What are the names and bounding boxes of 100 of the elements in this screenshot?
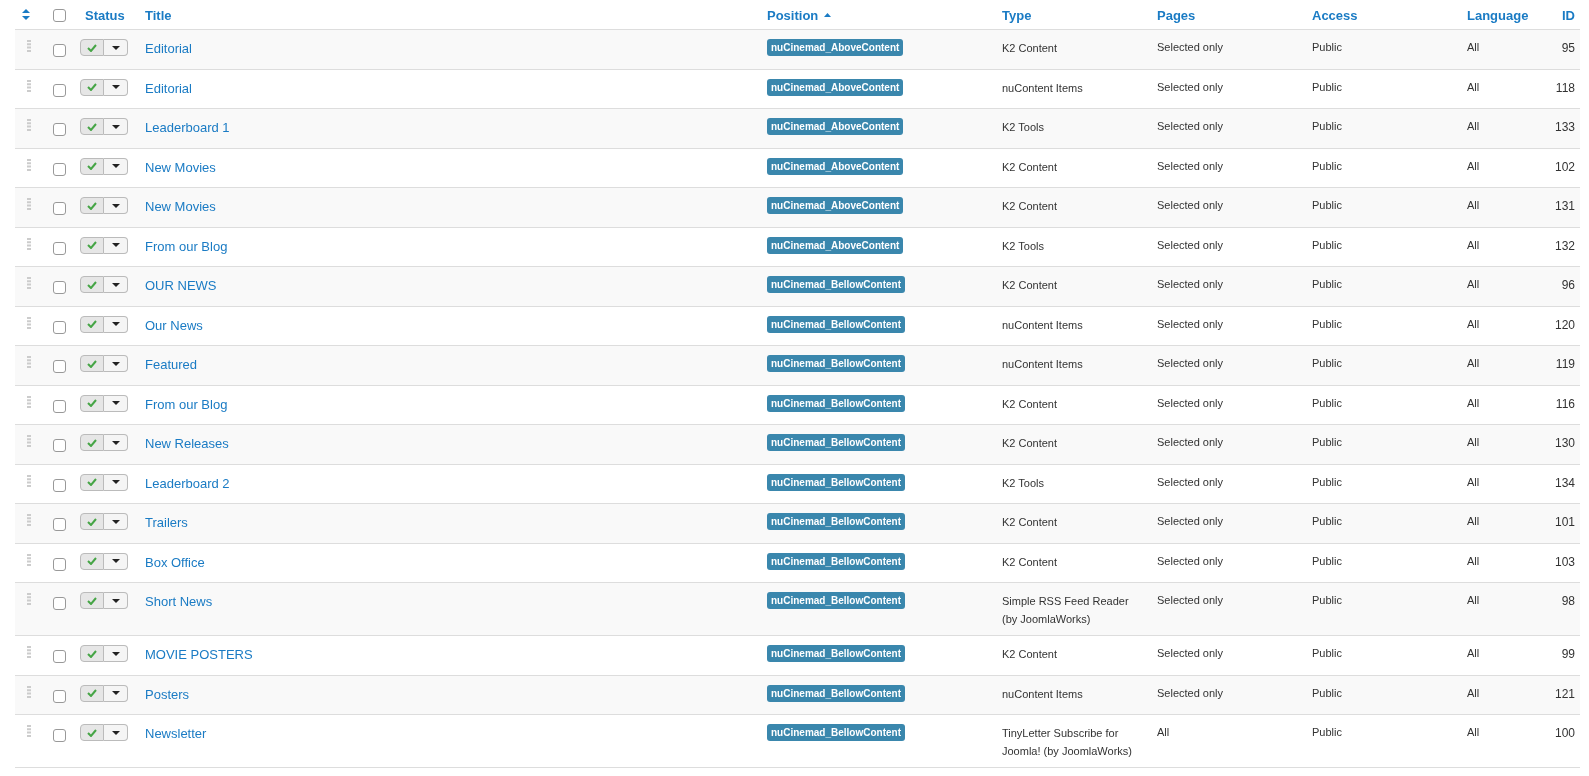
publish-toggle-button[interactable] [80, 724, 104, 741]
module-title-link[interactable]: New Releases [145, 436, 229, 451]
row-checkbox[interactable] [53, 241, 66, 255]
column-header[interactable]: Position [767, 5, 832, 25]
module-title-link[interactable]: Newsletter [145, 726, 207, 741]
drag-handle-icon[interactable] [27, 158, 31, 171]
column-header[interactable]: Type [1002, 5, 1032, 25]
row-checkbox[interactable] [53, 162, 66, 176]
module-title-link[interactable]: MOVIE POSTERS [145, 647, 253, 662]
sort-arrows-icon[interactable] [22, 9, 30, 20]
publish-toggle-button[interactable] [80, 513, 104, 530]
row-checkbox[interactable] [53, 650, 66, 663]
row-checkbox[interactable] [53, 399, 66, 413]
row-checkbox[interactable] [53, 320, 66, 334]
dropdown-button[interactable] [104, 118, 128, 135]
dropdown-button[interactable] [104, 473, 128, 491]
module-title-link[interactable]: Leaderboard 2 [145, 475, 230, 491]
column-header[interactable]: Title [145, 5, 172, 25]
column-header[interactable]: Pages [1157, 5, 1196, 25]
column-header[interactable]: ID [1562, 5, 1575, 25]
dropdown-button[interactable] [104, 39, 128, 56]
dropdown-button[interactable] [104, 355, 128, 372]
module-title-link[interactable]: Posters [145, 686, 190, 702]
module-title-link[interactable]: Leaderboard 1 [145, 120, 230, 135]
module-title-link[interactable]: Featured [145, 357, 198, 372]
drag-handle-icon[interactable] [27, 685, 31, 698]
dropdown-button[interactable] [104, 434, 128, 451]
dropdown-button[interactable] [104, 645, 128, 662]
module-title-link[interactable]: OUR NEWS [145, 278, 217, 293]
publish-toggle-button[interactable] [80, 118, 104, 135]
publish-toggle-button[interactable] [80, 276, 104, 293]
row-checkbox[interactable] [53, 44, 66, 57]
module-title-link[interactable]: Trailers [145, 515, 188, 530]
row-checkbox[interactable] [53, 281, 66, 294]
module-title-link[interactable]: Editorial [145, 80, 192, 96]
drag-handle-icon[interactable] [27, 79, 31, 92]
column-header[interactable]: Language [1467, 5, 1529, 25]
drag-handle-icon[interactable] [27, 593, 31, 605]
module-title-link[interactable]: New Movies [145, 199, 216, 214]
row-checkbox[interactable] [53, 83, 66, 97]
row-checkbox[interactable] [53, 597, 66, 610]
module-title-link[interactable]: New Movies [145, 159, 216, 175]
drag-handle-icon[interactable] [27, 435, 31, 447]
dropdown-button[interactable] [104, 552, 128, 570]
dropdown-button[interactable] [104, 592, 128, 609]
publish-toggle-button[interactable] [80, 78, 104, 96]
select-all-checkbox[interactable] [53, 8, 66, 22]
row-checkbox[interactable] [53, 518, 66, 531]
row-checkbox[interactable] [53, 123, 66, 136]
publish-toggle-button[interactable] [80, 197, 104, 214]
drag-handle-icon[interactable] [27, 40, 31, 52]
module-title-link[interactable]: Box Office [145, 554, 205, 570]
drag-handle-icon[interactable] [27, 237, 31, 250]
module-title-link[interactable]: Short News [145, 594, 213, 609]
dropdown-button[interactable] [104, 513, 128, 530]
dropdown-button[interactable] [104, 394, 128, 412]
publish-toggle-button[interactable] [80, 315, 104, 333]
publish-toggle-button[interactable] [80, 473, 104, 491]
drag-handle-icon[interactable] [27, 646, 31, 658]
module-title-link[interactable]: From our Blog [145, 396, 228, 412]
drag-handle-icon[interactable] [27, 198, 31, 210]
publish-toggle-button[interactable] [80, 394, 104, 412]
dropdown-button[interactable] [104, 236, 128, 254]
column-header[interactable]: Status [85, 5, 125, 25]
dropdown-button[interactable] [104, 684, 128, 702]
module-title-link[interactable]: Our News [145, 317, 203, 333]
drag-handle-icon[interactable] [27, 316, 31, 329]
module-title-link[interactable]: Editorial [145, 41, 192, 56]
row-checkbox[interactable] [53, 478, 66, 492]
row-checkbox[interactable] [53, 689, 66, 703]
drag-handle-icon[interactable] [27, 119, 31, 131]
drag-handle-icon[interactable] [27, 474, 31, 487]
drag-handle-icon[interactable] [27, 553, 31, 566]
dropdown-button[interactable] [104, 276, 128, 293]
publish-toggle-button[interactable] [80, 39, 104, 56]
publish-toggle-button[interactable] [80, 355, 104, 372]
publish-toggle-button[interactable] [80, 434, 104, 451]
row-checkbox[interactable] [53, 360, 66, 373]
row-checkbox[interactable] [53, 729, 66, 742]
publish-toggle-button[interactable] [80, 236, 104, 254]
dropdown-button[interactable] [104, 197, 128, 214]
row-checkbox[interactable] [53, 439, 66, 452]
dropdown-button[interactable] [104, 157, 128, 175]
publish-toggle-button[interactable] [80, 552, 104, 570]
publish-toggle-button[interactable] [80, 645, 104, 662]
column-header[interactable]: Access [1312, 5, 1358, 25]
dropdown-button[interactable] [104, 315, 128, 333]
drag-handle-icon[interactable] [27, 395, 31, 408]
drag-handle-icon[interactable] [27, 514, 31, 526]
publish-toggle-button[interactable] [80, 592, 104, 609]
row-checkbox[interactable] [53, 202, 66, 215]
drag-handle-icon[interactable] [27, 356, 31, 368]
dropdown-button[interactable] [104, 724, 128, 741]
publish-toggle-button[interactable] [80, 684, 104, 702]
row-checkbox[interactable] [53, 557, 66, 571]
module-title-link[interactable]: From our Blog [145, 238, 228, 254]
drag-handle-icon[interactable] [27, 725, 31, 737]
dropdown-button[interactable] [104, 78, 128, 96]
publish-toggle-button[interactable] [80, 157, 104, 175]
drag-handle-icon[interactable] [27, 277, 31, 289]
